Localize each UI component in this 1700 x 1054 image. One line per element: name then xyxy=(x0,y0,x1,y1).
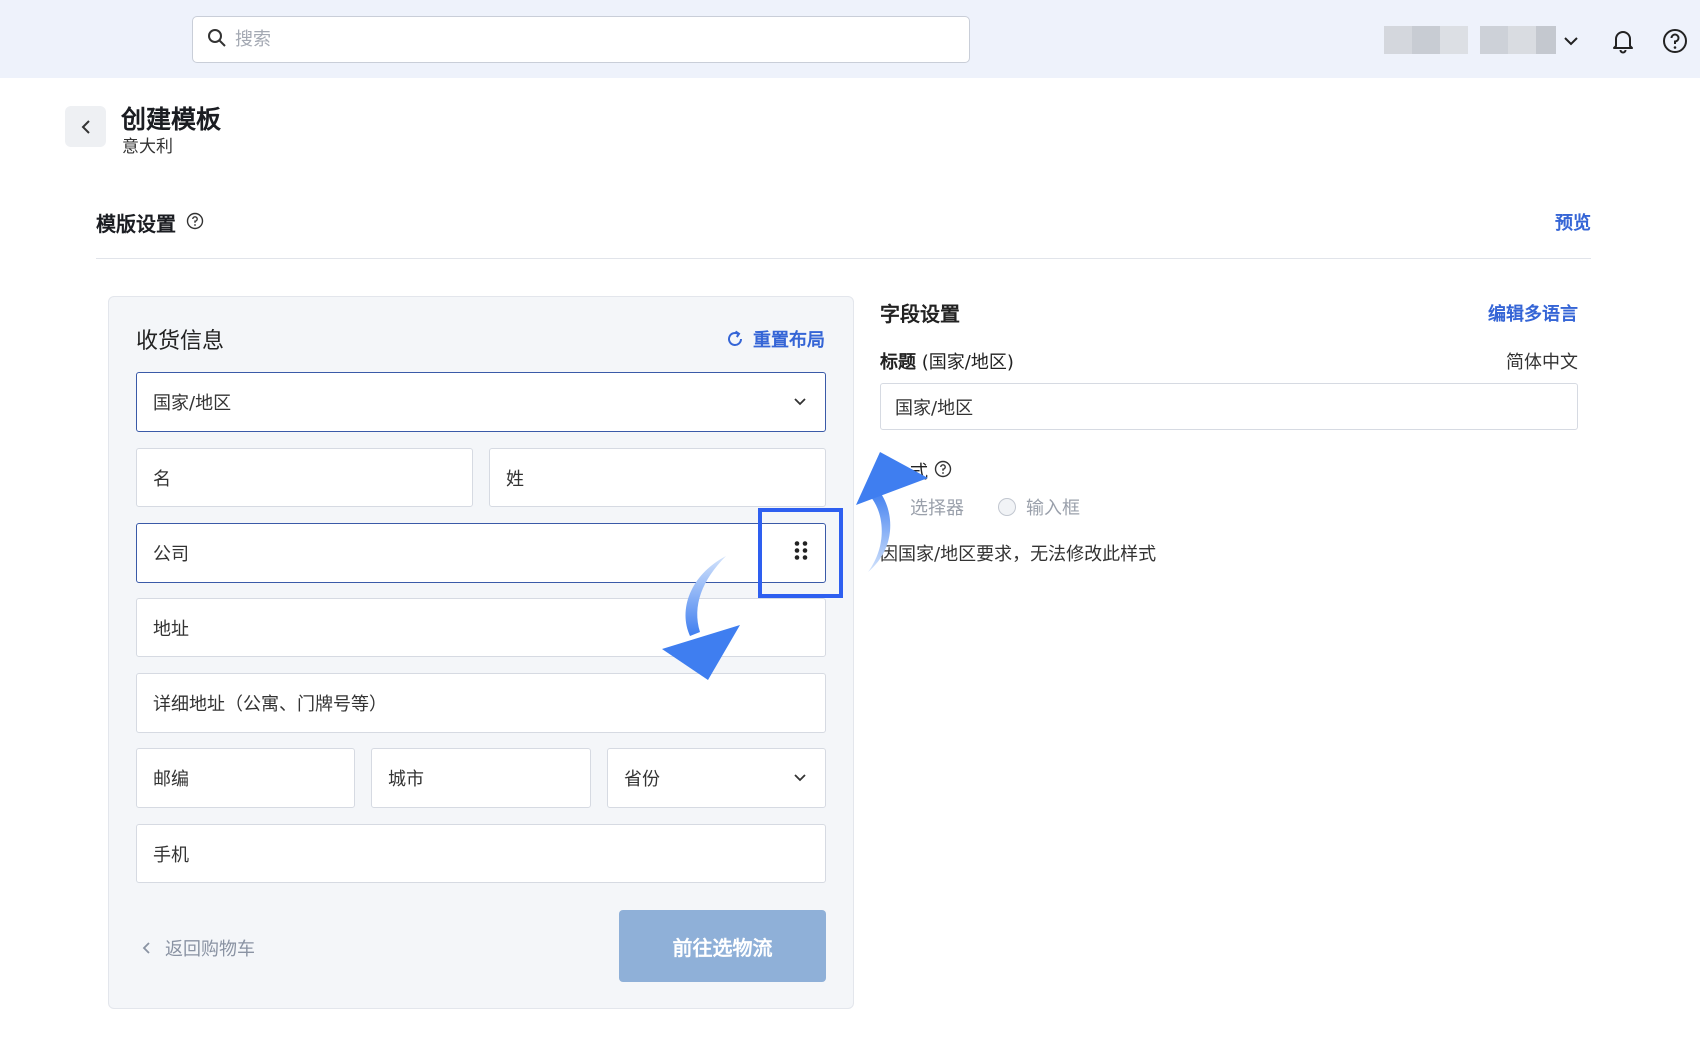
company-field[interactable]: 公司 xyxy=(136,523,826,583)
language-label: 简体中文 xyxy=(1506,352,1578,373)
shipping-info-title: 收货信息 xyxy=(136,329,225,354)
help-icon[interactable] xyxy=(934,460,952,483)
search-box[interactable] xyxy=(192,16,970,63)
search-icon xyxy=(207,28,227,52)
country-field[interactable]: 国家/地区 xyxy=(136,372,826,432)
last-name-label: 姓 xyxy=(506,468,524,490)
style-note: 因国家/地区要求，无法修改此样式 xyxy=(880,544,1157,565)
title-input[interactable]: 国家/地区 xyxy=(880,383,1578,430)
bell-icon[interactable] xyxy=(1608,26,1638,56)
province-label: 省份 xyxy=(624,769,660,790)
template-settings-heading: 模版设置 xyxy=(96,208,204,237)
option-input-label[interactable]: 输入框 xyxy=(1026,494,1080,520)
reset-layout-button[interactable]: 重置布局 xyxy=(725,326,825,352)
chevron-down-icon xyxy=(794,398,806,406)
page-subtitle: 意大利 xyxy=(122,137,173,157)
refresh-icon xyxy=(728,330,742,346)
title-label: 标题 (国家/地区) xyxy=(880,348,1014,374)
option-selector-label[interactable]: 选择器 xyxy=(880,494,964,520)
country-label: 国家/地区 xyxy=(153,393,232,414)
radio-input-option[interactable] xyxy=(998,498,1016,516)
company-label: 公司 xyxy=(153,544,189,565)
drag-handle-highlight xyxy=(758,508,843,598)
address-field[interactable]: 地址 xyxy=(136,598,826,657)
style-label: 式 xyxy=(880,458,952,484)
zip-field[interactable]: 邮编 xyxy=(136,748,355,808)
top-bar xyxy=(0,0,1700,78)
back-to-cart-link[interactable]: 返回购物车 xyxy=(142,935,255,961)
chevron-left-icon xyxy=(142,942,150,954)
chevron-down-icon[interactable] xyxy=(1556,26,1586,56)
page-title: 创建模板 xyxy=(121,105,222,134)
city-label: 城市 xyxy=(388,769,424,790)
chevron-left-icon xyxy=(81,119,90,134)
template-settings-label: 模版设置 xyxy=(96,212,176,236)
first-name-field[interactable]: 名 xyxy=(136,448,473,507)
divider xyxy=(96,258,1591,259)
search-input[interactable] xyxy=(235,29,935,50)
style-label-text: 式 xyxy=(910,462,928,483)
phone-label: 手机 xyxy=(153,844,189,866)
last-name-field[interactable]: 姓 xyxy=(489,448,826,507)
zip-label: 邮编 xyxy=(153,769,189,790)
edit-multilang-link[interactable]: 编辑多语言 xyxy=(1488,300,1578,326)
address-label: 地址 xyxy=(153,618,189,640)
help-icon[interactable] xyxy=(1660,26,1690,56)
preview-link[interactable]: 预览 xyxy=(1555,209,1591,235)
address-detail-field[interactable]: 详细地址（公寓、门牌号等） xyxy=(136,673,826,733)
user-account-blurred[interactable] xyxy=(1384,26,1556,54)
title-label-main: 标题 xyxy=(880,352,916,373)
back-button[interactable] xyxy=(65,106,106,147)
address-detail-label: 详细地址（公寓、门牌号等） xyxy=(153,694,387,715)
field-settings-title: 字段设置 xyxy=(880,302,960,326)
chevron-down-icon xyxy=(794,774,806,782)
help-icon[interactable] xyxy=(186,211,204,235)
province-field[interactable]: 省份 xyxy=(607,748,826,808)
title-label-detail: (国家/地区) xyxy=(921,352,1014,373)
style-options: 选择器 输入框 xyxy=(880,494,1080,520)
phone-field[interactable]: 手机 xyxy=(136,824,826,883)
back-to-cart-label: 返回购物车 xyxy=(165,939,255,960)
first-name-label: 名 xyxy=(153,468,171,490)
city-field[interactable]: 城市 xyxy=(371,748,591,808)
go-to-shipping-button[interactable]: 前往选物流 xyxy=(619,910,826,982)
reset-layout-label: 重置布局 xyxy=(753,330,825,351)
